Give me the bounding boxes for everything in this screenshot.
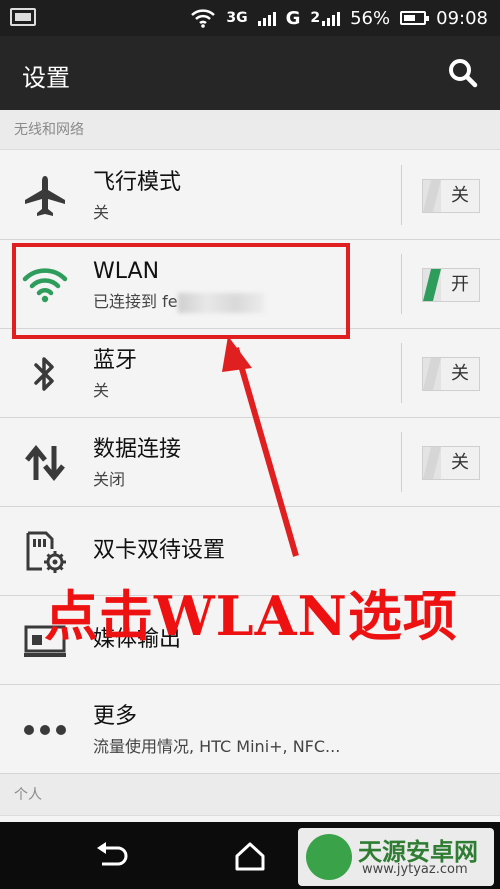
airplane-icon [22, 173, 68, 219]
more-icon [22, 707, 68, 753]
network-g-label: G [285, 7, 301, 29]
annotation-text: 点击WLAN选项 [44, 584, 458, 648]
bluetooth-icon [22, 351, 68, 397]
clock: 09:08 [436, 7, 488, 29]
row-label: 数据连接 [93, 437, 182, 462]
data-transfer-icon [22, 440, 68, 486]
row-label: 双卡双待设置 [93, 538, 226, 563]
screenshot-icon [10, 8, 36, 26]
divider [401, 254, 402, 314]
home-icon[interactable] [233, 840, 267, 872]
bluetooth-toggle[interactable]: 关 [422, 357, 480, 391]
divider [401, 343, 402, 403]
action-bar: 设置 [0, 36, 500, 110]
status-bar: 3G G 2 56% 09:08 [0, 0, 500, 36]
watermark-url: www.jytyaz.com [362, 862, 468, 877]
toggle-label: 关 [441, 447, 479, 479]
sim2-label: 2 [310, 10, 321, 26]
section-header-wireless: 无线和网络 [0, 110, 500, 150]
row-label: 飞行模式 [93, 170, 182, 195]
battery-percent: 56% [350, 7, 391, 29]
row-label: 更多 [93, 704, 138, 729]
wlan-toggle[interactable]: 开 [422, 268, 480, 302]
row-subtitle: 关 [93, 203, 110, 222]
airplane-mode-row[interactable]: 飞行模式 关 关 [0, 151, 500, 240]
airplane-mode-toggle[interactable]: 关 [422, 179, 480, 213]
bluetooth-row[interactable]: 蓝牙 关 关 [0, 329, 500, 418]
back-icon[interactable] [94, 840, 128, 872]
site-watermark: 天源安卓网 www.jytyaz.com [298, 828, 494, 886]
toggle-label: 关 [441, 358, 479, 390]
signal-icon [257, 10, 276, 26]
row-label: 蓝牙 [93, 348, 138, 373]
divider [401, 432, 402, 492]
row-subtitle: 关 [93, 381, 110, 400]
page-title: 设置 [22, 64, 70, 92]
wlan-highlight-box [12, 243, 350, 339]
more-row[interactable]: 更多 流量使用情况, HTC Mini+, NFC... [0, 685, 500, 774]
toggle-label: 关 [441, 180, 479, 212]
mobile-data-row[interactable]: 数据连接 关闭 关 [0, 418, 500, 507]
divider [401, 165, 402, 225]
network-3g-label: 3G [226, 10, 248, 26]
mobile-data-toggle[interactable]: 关 [422, 446, 480, 480]
dual-sim-icon [22, 529, 68, 575]
row-subtitle: 流量使用情况, HTC Mini+, NFC... [93, 737, 341, 756]
battery-icon [400, 11, 430, 25]
row-subtitle: 关闭 [93, 470, 126, 489]
toggle-label: 开 [441, 269, 479, 301]
wifi-status-icon [191, 9, 216, 28]
section-header-personal: 个人 [0, 774, 500, 816]
site-logo-icon [306, 834, 352, 880]
search-icon[interactable] [448, 58, 478, 88]
signal-sim2-icon [322, 10, 341, 26]
